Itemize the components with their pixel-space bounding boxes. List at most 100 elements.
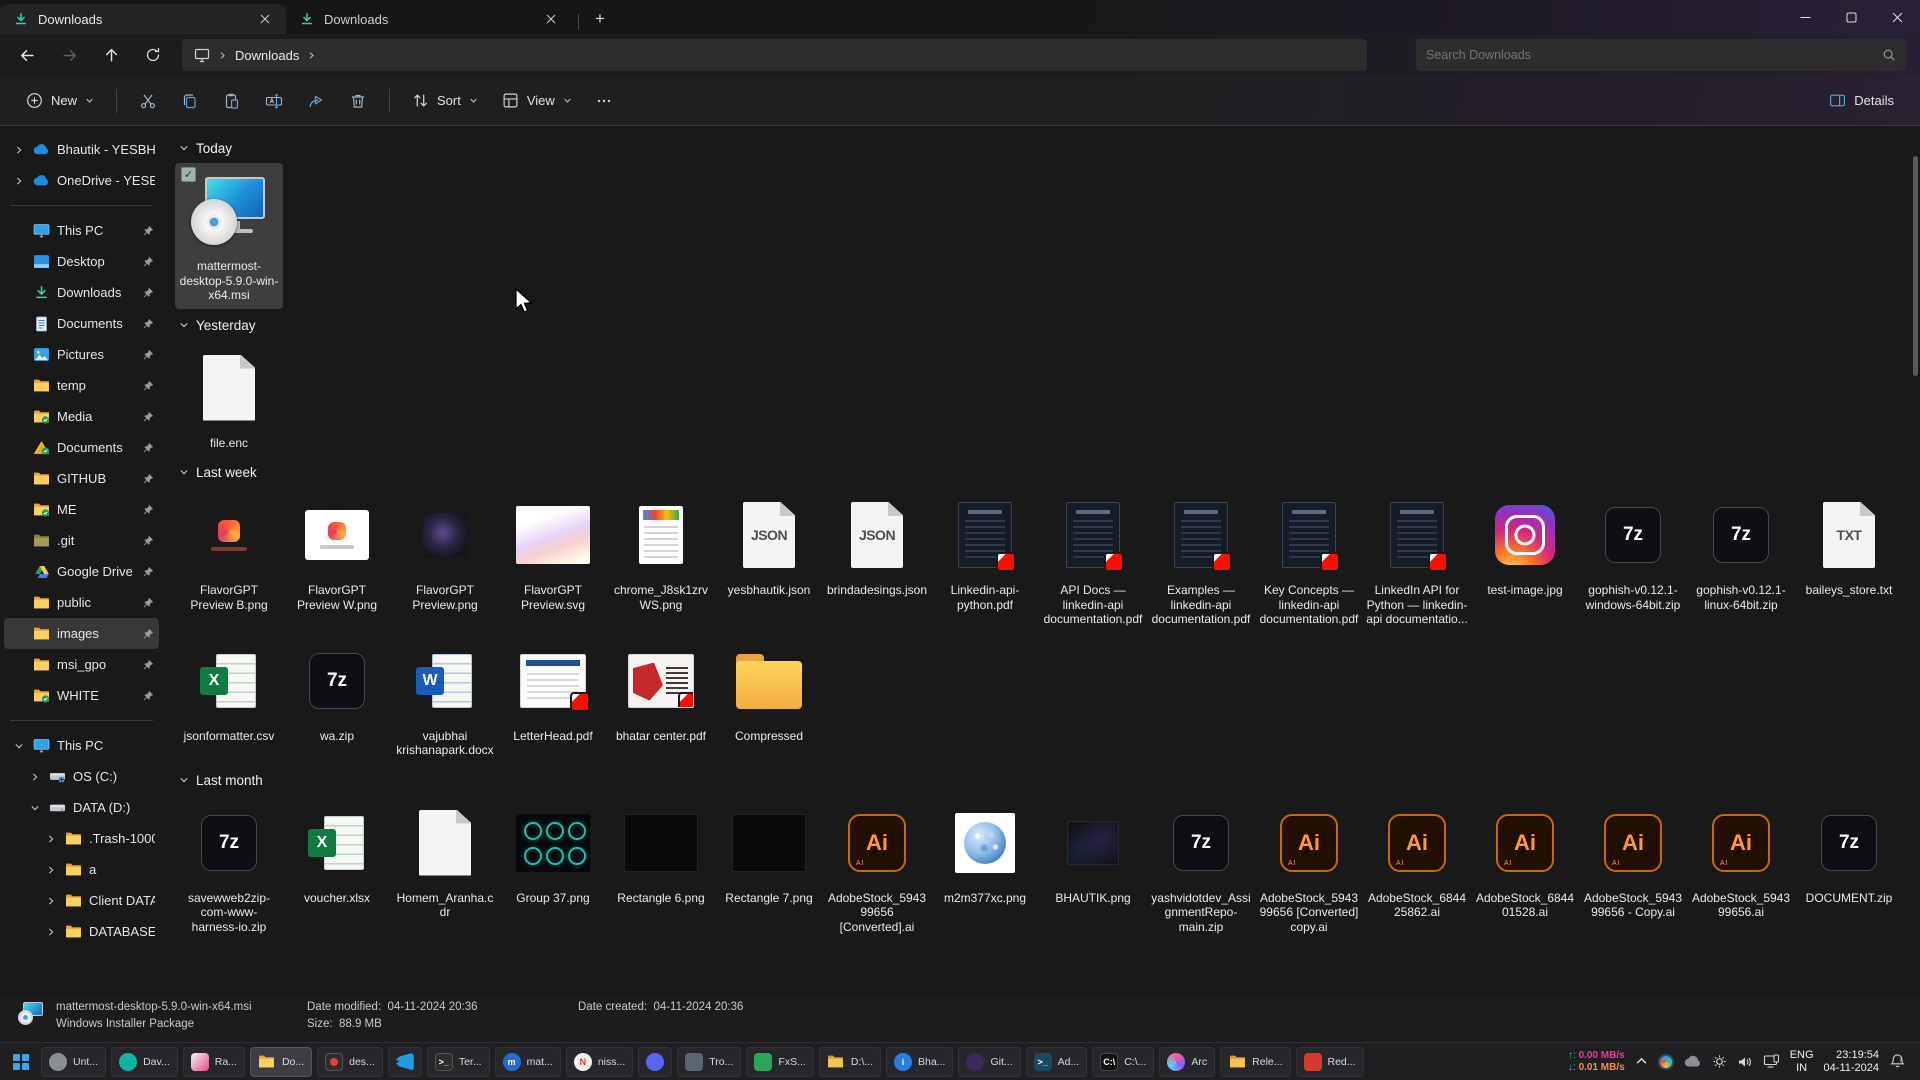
file-tile[interactable]: AiAIAdobeStock_594399656.ai: [1687, 795, 1795, 926]
file-tile[interactable]: 7zgophish-v0.12.1-windows-64bit.zip: [1579, 487, 1687, 618]
explorer-tab[interactable]: Downloads: [0, 4, 286, 34]
group-header-last-week[interactable]: Last week: [179, 465, 1920, 480]
file-tile[interactable]: BHAUTIK.png: [1039, 795, 1147, 912]
sidebar-item-temp[interactable]: temp: [4, 370, 159, 401]
file-tile[interactable]: Examples — linkedin-api documentation.pd…: [1147, 487, 1255, 633]
close-button[interactable]: [1874, 0, 1920, 34]
sidebar-item-documents[interactable]: Documents: [4, 308, 159, 339]
search-input[interactable]: [1426, 48, 1882, 62]
back-button[interactable]: [8, 39, 46, 71]
refresh-button[interactable]: [134, 39, 172, 71]
paste-button[interactable]: [213, 83, 251, 119]
copy-button[interactable]: [171, 83, 209, 119]
maximize-button[interactable]: [1828, 0, 1874, 34]
file-tile[interactable]: 7zwa.zip: [283, 633, 391, 750]
sidebar-item-documents[interactable]: Documents: [4, 432, 159, 463]
taskbar-item-d[interactable]: D:\...: [819, 1047, 881, 1077]
taskbar-item-unt[interactable]: Unt...: [41, 1047, 106, 1077]
taskbar-item-ad[interactable]: >_Ad...: [1026, 1047, 1088, 1077]
forward-button[interactable]: [50, 39, 88, 71]
sidebar-item-google-drive[interactable]: Google Drive: [4, 556, 159, 587]
file-tile[interactable]: AiAIAdobeStock_594399656 [Converted] cop…: [1255, 795, 1363, 941]
file-tile[interactable]: Rectangle 7.png: [715, 795, 823, 912]
search-box[interactable]: [1416, 39, 1906, 71]
sidebar-item-database[interactable]: DATABASE: [4, 916, 159, 947]
file-tile[interactable]: FlavorGPT Preview.png: [391, 487, 499, 618]
file-tile[interactable]: AiAIAdobeStock_594399656 [Converted].ai: [823, 795, 931, 941]
share-button[interactable]: [297, 83, 335, 119]
view-button[interactable]: View: [492, 83, 582, 119]
file-tile[interactable]: API Docs — linkedin-api documentation.pd…: [1039, 487, 1147, 633]
file-tile[interactable]: AiAIAdobeStock_594399656 - Copy.ai: [1579, 795, 1687, 926]
clock[interactable]: 23:19:54 04-11-2024: [1824, 1049, 1879, 1075]
group-collapse-chevron-icon[interactable]: [179, 465, 189, 480]
file-tile[interactable]: Wvajubhai krishanapark.docx: [391, 633, 499, 764]
sidebar-item-this-pc[interactable]: This PC: [4, 730, 159, 761]
file-tile[interactable]: Linkedin-api-python.pdf: [931, 487, 1039, 618]
file-tile[interactable]: 7zgophish-v0.12.1-linux-64bit.zip: [1687, 487, 1795, 618]
sidebar-item-github[interactable]: GITHUB: [4, 463, 159, 494]
notification-bell-icon[interactable]: z: [1889, 1053, 1906, 1070]
rename-button[interactable]: [255, 83, 293, 119]
browser-tray-icon[interactable]: [1658, 1054, 1674, 1070]
taskbar-item-c[interactable]: C:\C:\...: [1092, 1047, 1154, 1077]
file-tile[interactable]: m2m377xc.png: [931, 795, 1039, 912]
sidebar-item-onedrive-yese[interactable]: OneDrive - YESE: [4, 165, 159, 196]
sidebar-item-public[interactable]: public: [4, 587, 159, 618]
file-tile[interactable]: Key Concepts — linkedin-api documentatio…: [1255, 487, 1363, 633]
chevron-right-icon[interactable]: [12, 145, 26, 155]
taskbar-item-mat[interactable]: mmat...: [495, 1047, 561, 1077]
file-tile[interactable]: Rectangle 6.png: [607, 795, 715, 912]
chevron-down-icon[interactable]: [12, 741, 26, 751]
sort-button[interactable]: Sort: [402, 83, 488, 119]
delete-button[interactable]: [339, 83, 377, 119]
file-tile[interactable]: JSONyesbhautik.json: [715, 487, 823, 604]
file-tile[interactable]: JSONbrindadesings.json: [823, 487, 931, 604]
sidebar-item-data-d-[interactable]: DATA (D:): [4, 792, 159, 823]
file-tile[interactable]: bhatar center.pdf: [607, 633, 715, 750]
taskbar-item-fxs[interactable]: FxS...: [746, 1047, 813, 1077]
taskbar-item-arc[interactable]: Arc: [1159, 1047, 1215, 1077]
file-tile[interactable]: FlavorGPT Preview B.png: [175, 487, 283, 618]
sidebar-item-os-c-[interactable]: OS (C:): [4, 761, 159, 792]
file-tile[interactable]: FlavorGPT Preview.svg: [499, 487, 607, 618]
selection-checkbox[interactable]: ✓: [181, 167, 196, 182]
more-options-button[interactable]: [586, 83, 622, 119]
sidebar-item-client-data[interactable]: Client DATA: [4, 885, 159, 916]
sidebar-item-media[interactable]: Media: [4, 401, 159, 432]
tab-close-icon[interactable]: [254, 8, 276, 30]
file-tile[interactable]: Group 37.png: [499, 795, 607, 912]
sidebar-item-images[interactable]: images: [4, 618, 159, 649]
file-tile[interactable]: ✓mattermost-desktop-5.9.0-win-x64.msi: [175, 163, 283, 309]
taskbar-item-red[interactable]: Red...: [1296, 1047, 1364, 1077]
sidebar-item-desktop[interactable]: Desktop: [4, 246, 159, 277]
file-tile[interactable]: Compressed: [715, 633, 823, 750]
tray-overflow-chevron-icon[interactable]: [1635, 1055, 1648, 1068]
file-tile[interactable]: Xjsonformatter.csv: [175, 633, 283, 750]
group-header-yesterday[interactable]: Yesterday: [179, 318, 1920, 333]
chevron-right-icon[interactable]: [44, 834, 58, 844]
file-tile[interactable]: AiAIAdobeStock_684401528.ai: [1471, 795, 1579, 926]
file-tile[interactable]: FlavorGPT Preview W.png: [283, 487, 391, 618]
new-button[interactable]: New: [16, 83, 104, 119]
taskbar-item[interactable]: [388, 1047, 422, 1077]
taskbar-item-rele[interactable]: Rele...: [1220, 1047, 1290, 1077]
taskbar-item-des[interactable]: des...: [317, 1047, 383, 1077]
vertical-scrollbar[interactable]: [1913, 156, 1918, 376]
file-tile[interactable]: LinkedIn API for Python — linkedin-api d…: [1363, 487, 1471, 633]
volume-tray-icon[interactable]: [1737, 1055, 1753, 1069]
group-header-last-month[interactable]: Last month: [179, 773, 1920, 788]
taskbar-item-bha[interactable]: iBha...: [886, 1047, 953, 1077]
chevron-right-icon[interactable]: [44, 927, 58, 937]
chevron-right-icon[interactable]: [12, 176, 26, 186]
cast-tray-icon[interactable]: [1763, 1054, 1780, 1069]
explorer-tab[interactable]: Downloads: [286, 4, 572, 34]
new-tab-button[interactable]: +: [585, 6, 615, 32]
file-tile[interactable]: 7zDOCUMENT.zip: [1795, 795, 1903, 912]
file-tile[interactable]: 7zsavewweb2zip-com-www-harness-io.zip: [175, 795, 283, 941]
chevron-right-icon[interactable]: [28, 772, 42, 782]
minimize-button[interactable]: [1782, 0, 1828, 34]
sidebar-item-pictures[interactable]: Pictures: [4, 339, 159, 370]
up-button[interactable]: [92, 39, 130, 71]
chevron-down-icon[interactable]: [28, 803, 42, 813]
